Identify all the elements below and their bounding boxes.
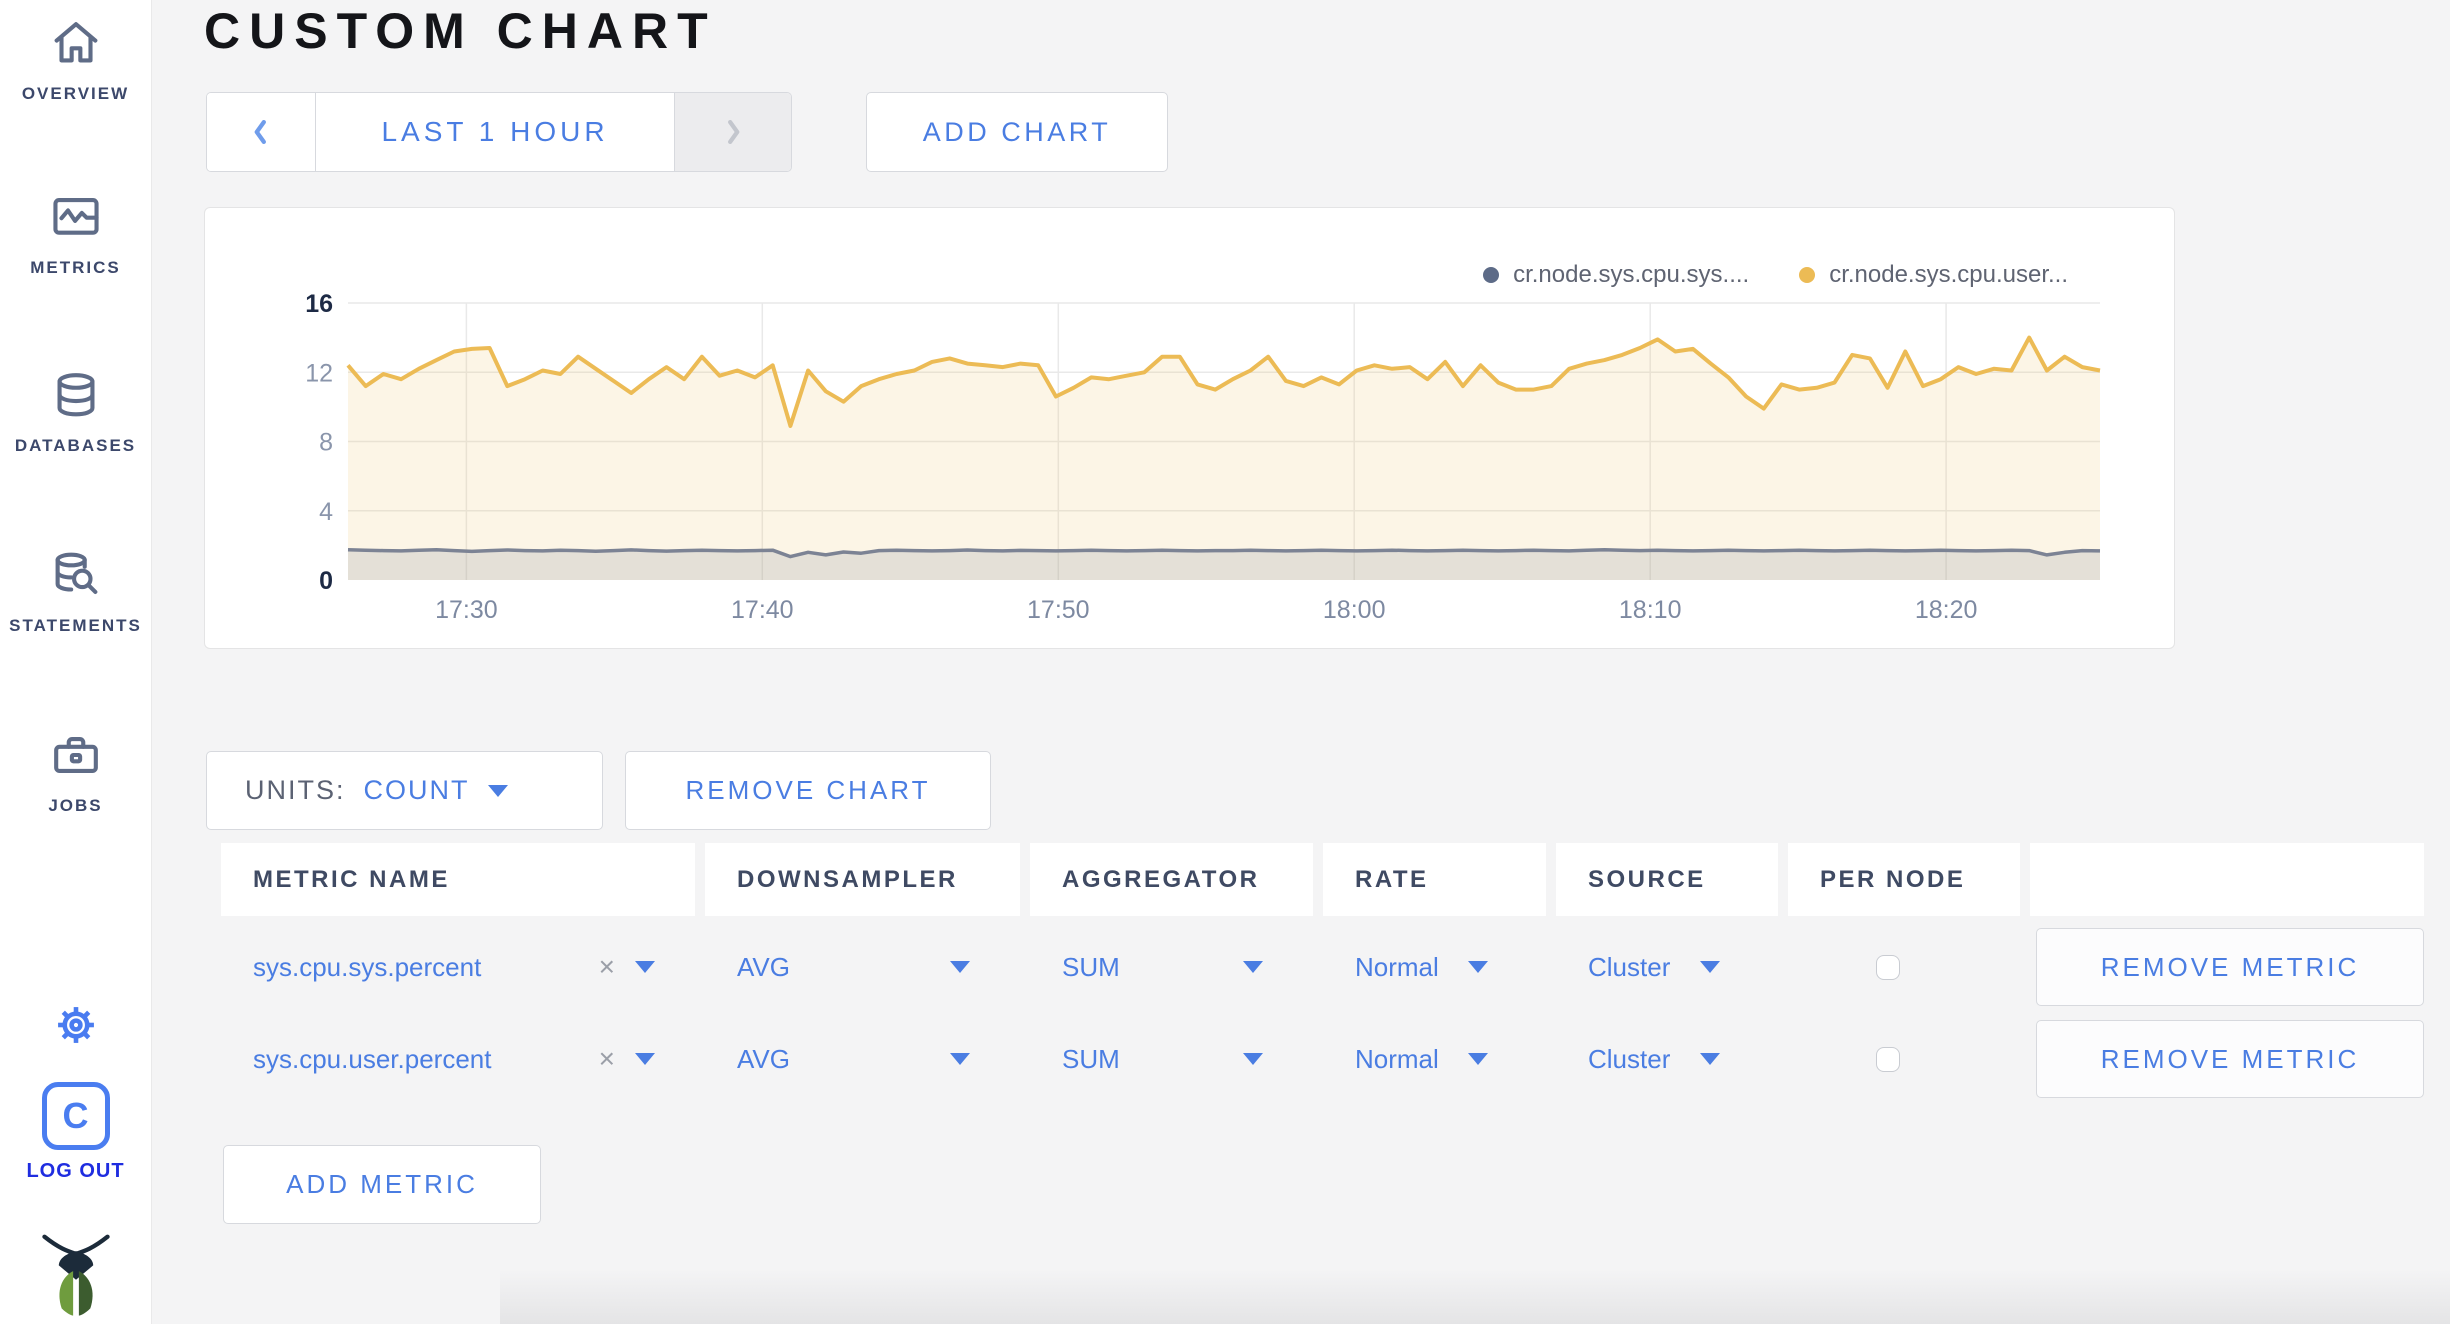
chevron-left-icon [254,119,266,145]
remove-metric-button[interactable]: REMOVE METRIC [2036,928,2424,1006]
column-header-downsampler: DOWNSAMPLER [705,843,1020,916]
svg-text:17:30: 17:30 [435,596,498,624]
clear-icon[interactable]: × [599,951,615,983]
units-dropdown[interactable]: UNITS: COUNT [206,751,603,830]
svg-text:0: 0 [319,567,333,595]
sidebar-item-label: STATEMENTS [9,616,142,635]
metric-row: sys.cpu.sys.percent × AVG SUM Normal Clu… [221,921,2424,1013]
sidebar-item-jobs[interactable]: JOBS [0,726,151,816]
svg-text:18:10: 18:10 [1619,596,1682,624]
briefcase-icon [47,726,105,784]
svg-text:4: 4 [319,498,333,526]
sidebar-item-label: DATABASES [14,436,137,455]
svg-text:18:20: 18:20 [1915,596,1978,624]
units-row: UNITS: COUNT REMOVE CHART [206,751,991,830]
chevron-down-icon [1468,961,1488,973]
add-chart-button[interactable]: ADD CHART [866,92,1168,172]
chevron-down-icon[interactable] [635,961,655,973]
time-range-label[interactable]: LAST 1 HOUR [316,93,674,171]
gear-icon [51,1000,101,1055]
sidebar: OVERVIEW METRICS DATABASES STATEMENTS JO [0,0,152,1324]
sidebar-item-databases[interactable]: DATABASES [0,366,151,456]
sidebar-item-label: METRICS [30,258,121,277]
sidebar-item-label: JOBS [48,796,103,815]
rate-select[interactable]: Normal [1323,921,1546,1013]
metrics-table-header: METRIC NAME DOWNSAMPLER AGGREGATOR RATE … [221,843,2424,916]
metric-row: sys.cpu.user.percent × AVG SUM Normal Cl… [221,1013,2424,1105]
downsampler-select[interactable]: AVG [705,921,1020,1013]
aggregator-select[interactable]: SUM [1030,1013,1313,1105]
column-header-per-node: PER NODE [1788,843,2020,916]
aggregator-select[interactable]: SUM [1030,921,1313,1013]
statements-icon [47,546,105,604]
sidebar-item-statements[interactable]: STATEMENTS [0,546,151,636]
logout-label: LOG OUT [26,1160,125,1182]
sidebar-item-metrics[interactable]: METRICS [0,188,151,278]
legend-item-sys[interactable]: cr.node.sys.cpu.sys.... [1483,261,1749,289]
database-icon [47,366,105,424]
per-node-checkbox[interactable] [1876,1046,1900,1072]
column-header-rate: RATE [1323,843,1546,916]
sidebar-settings[interactable] [0,1000,151,1055]
remove-metric-button[interactable]: REMOVE METRIC [2036,1020,2424,1098]
chevron-down-icon [1243,961,1263,973]
column-header-aggregator: AGGREGATOR [1030,843,1313,916]
home-icon [47,14,105,72]
chevron-down-icon [950,1053,970,1065]
metric-name-select[interactable]: sys.cpu.user.percent × [221,1013,695,1105]
column-header-actions [2030,843,2424,916]
cockroach-logo [0,1228,151,1320]
cockroach-c-icon: C [41,1082,110,1150]
per-node-checkbox[interactable] [1876,954,1900,980]
chevron-down-icon[interactable] [635,1053,655,1065]
page-title: CUSTOM CHART [204,3,717,59]
column-header-source: SOURCE [1556,843,1778,916]
time-range-prev-button[interactable] [207,93,316,171]
clear-icon[interactable]: × [599,1043,615,1075]
custom-chart-page: OVERVIEW METRICS DATABASES STATEMENTS JO [0,0,2450,1324]
chevron-down-icon [1243,1053,1263,1065]
svg-text:8: 8 [319,429,333,457]
legend-item-user[interactable]: cr.node.sys.cpu.user... [1799,261,2068,289]
chart-panel: 0 4 8 12 16 17:30 17:40 17:50 18:00 18:10 18:20 cr… [204,207,2175,649]
sidebar-item-overview[interactable]: OVERVIEW [0,14,151,104]
remove-chart-button[interactable]: REMOVE CHART [625,751,991,830]
per-node-cell [1788,1013,2020,1105]
actions-cell: REMOVE METRIC [2030,921,2424,1013]
metrics-icon [47,188,105,246]
rate-select[interactable]: Normal [1323,1013,1546,1105]
downsampler-select[interactable]: AVG [705,1013,1020,1105]
svg-text:17:40: 17:40 [731,596,794,624]
source-select[interactable]: Cluster [1556,921,1778,1013]
chevron-down-icon [950,961,970,973]
source-select[interactable]: Cluster [1556,1013,1778,1105]
svg-text:16: 16 [305,290,333,318]
chevron-down-icon [1468,1053,1488,1065]
add-metric-button[interactable]: ADD METRIC [223,1145,541,1224]
legend-dot-sys [1483,267,1500,283]
per-node-cell [1788,921,2020,1013]
svg-text:18:00: 18:00 [1323,596,1386,624]
column-header-metric-name: METRIC NAME [221,843,695,916]
chevron-down-icon [487,784,508,797]
sidebar-item-label: OVERVIEW [21,84,130,103]
chart-legend: cr.node.sys.cpu.sys.... cr.node.sys.cpu.… [1483,261,2068,289]
metric-name-select[interactable]: sys.cpu.sys.percent × [221,921,695,1013]
chevron-down-icon [1700,1053,1720,1065]
svg-text:12: 12 [305,359,333,387]
actions-cell: REMOVE METRIC [2030,1013,2424,1105]
chevron-down-icon [1700,961,1720,973]
legend-dot-user [1799,267,1816,283]
bottom-shadow [500,1269,2450,1324]
time-range-next-button[interactable] [674,93,791,171]
controls-row: LAST 1 HOUR ADD CHART [206,92,1168,172]
svg-text:17:50: 17:50 [1027,596,1090,624]
sidebar-logout[interactable]: C LOG OUT [0,1082,151,1183]
chevron-right-icon [728,119,740,145]
time-range-selector: LAST 1 HOUR [206,92,792,172]
